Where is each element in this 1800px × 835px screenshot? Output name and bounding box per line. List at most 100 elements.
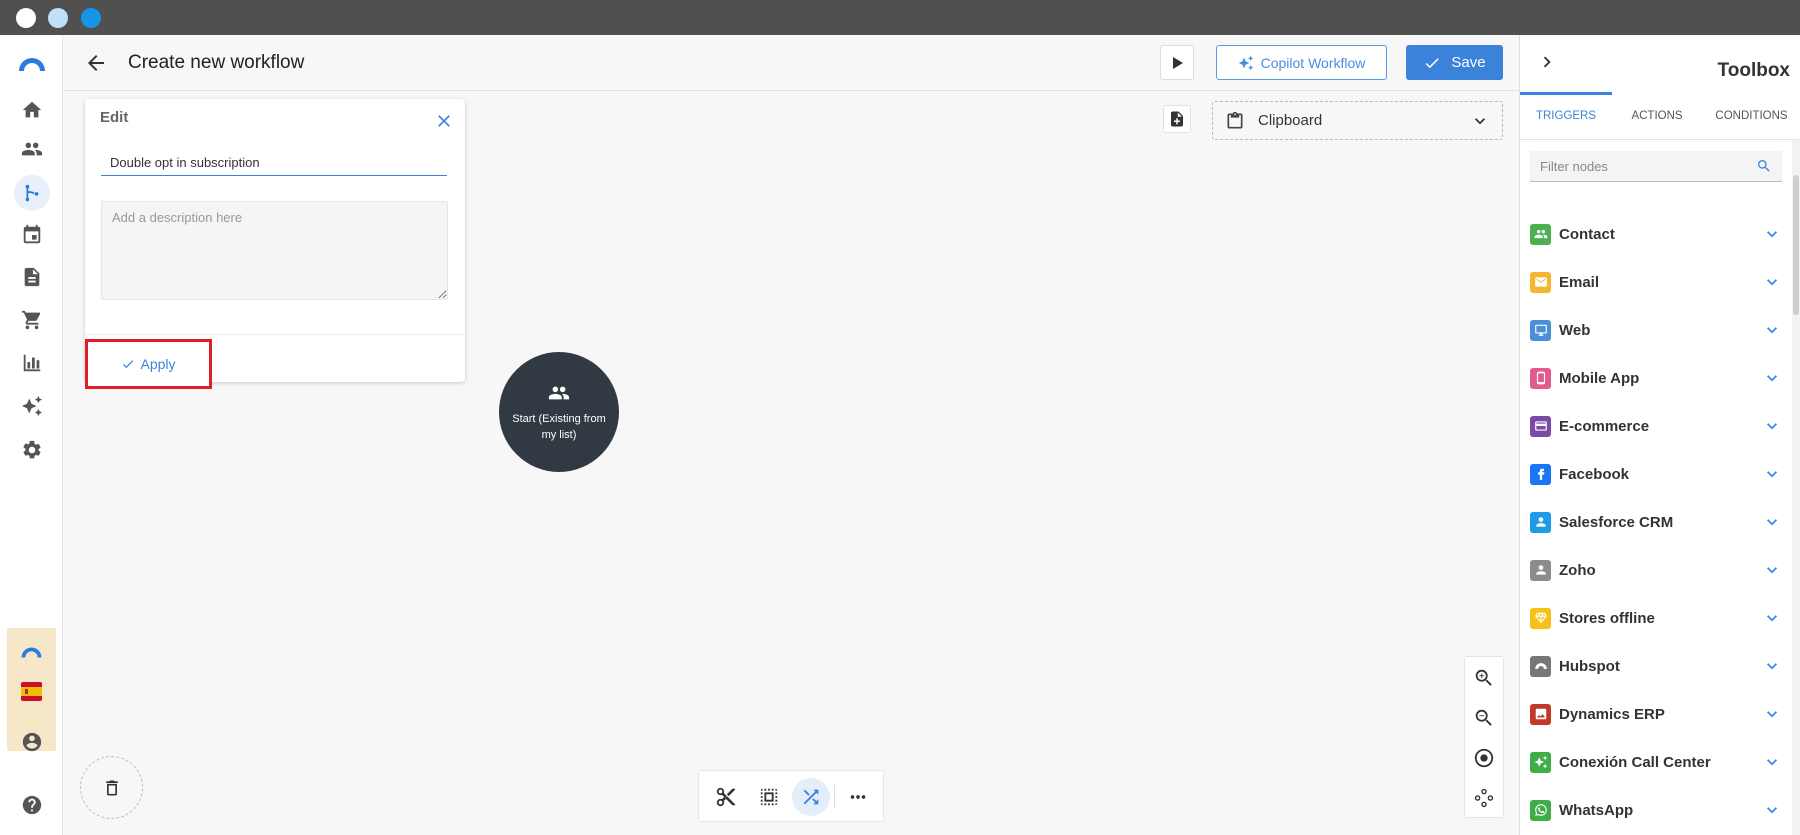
toolbox-item-dynamics-erp[interactable]: Dynamics ERP	[1530, 694, 1782, 734]
chevron-down-icon[interactable]	[1762, 656, 1782, 676]
nav-documents[interactable]	[14, 259, 50, 295]
monitor-icon	[1530, 319, 1551, 341]
nav-ecommerce[interactable]	[14, 302, 50, 338]
nav-settings[interactable]	[14, 432, 50, 468]
toolbox-item-label: Email	[1559, 273, 1600, 291]
chevron-down-icon[interactable]	[1762, 368, 1782, 388]
chevron-down-icon[interactable]	[1762, 320, 1782, 340]
center-view-button[interactable]	[1465, 738, 1503, 778]
brand-logo-icon	[21, 647, 42, 658]
note-add-icon	[1171, 111, 1183, 127]
chevron-down-icon[interactable]	[1762, 752, 1782, 772]
toolbox-item-facebook[interactable]: Facebook	[1530, 454, 1782, 494]
chevron-down-icon[interactable]	[1762, 224, 1782, 244]
add-note-button[interactable]	[1163, 105, 1191, 133]
clipboard-dropdown[interactable]: Clipboard	[1212, 101, 1503, 140]
chevron-down-icon[interactable]	[1762, 416, 1782, 436]
delete-drop-zone[interactable]	[80, 756, 143, 819]
app-logo-icon[interactable]	[17, 54, 47, 71]
toolbox-item-label: Dynamics ERP	[1559, 705, 1665, 723]
left-nav-rail	[0, 35, 63, 835]
start-node[interactable]: Start (Existing from my list)	[499, 352, 619, 472]
workflow-canvas[interactable]: Clipboard Edit Apply Start (Existing fro…	[64, 92, 1519, 835]
select-area-button[interactable]	[750, 778, 788, 816]
edit-panel-divider	[85, 334, 465, 335]
nav-calendar[interactable]	[14, 217, 50, 253]
toolbox-item-contact[interactable]: Contact	[1530, 214, 1782, 254]
cut-button[interactable]	[707, 778, 745, 816]
select-all-icon	[760, 788, 778, 806]
toolbox-item-e-commerce[interactable]: E-commerce	[1530, 406, 1782, 446]
tab-conditions[interactable]: CONDITIONS	[1702, 92, 1800, 140]
window-close-dot[interactable]	[16, 8, 36, 28]
close-edit-panel-button[interactable]	[434, 111, 454, 131]
toolbar-separator	[834, 785, 835, 809]
edit-workflow-panel: Edit Apply	[85, 99, 465, 389]
toolbox-item-conexi-n-call-center[interactable]: Conexión Call Center	[1530, 742, 1782, 782]
zoom-out-button[interactable]	[1465, 698, 1503, 738]
nav-reports[interactable]	[14, 345, 50, 381]
toolbox-item-mobile-app[interactable]: Mobile App	[1530, 358, 1782, 398]
window-titlebar	[0, 0, 1800, 35]
toolbox-item-label: WhatsApp	[1559, 801, 1634, 819]
auto-layout-button[interactable]	[1465, 778, 1503, 818]
toolbox-item-web[interactable]: Web	[1530, 310, 1782, 350]
save-label: Save	[1451, 54, 1486, 71]
toolbox-item-email[interactable]: Email	[1530, 262, 1782, 302]
image-icon	[1530, 703, 1551, 725]
nav-profile[interactable]	[14, 724, 50, 760]
shuffle-icon	[803, 789, 819, 805]
nav-workflows[interactable]	[14, 175, 50, 211]
more-options-button[interactable]	[839, 778, 877, 816]
toolbox-scrollbar-thumb[interactable]	[1793, 175, 1799, 315]
chevron-down-icon[interactable]	[1762, 272, 1782, 292]
filter-nodes-input[interactable]	[1540, 158, 1756, 174]
nav-home[interactable]	[14, 92, 50, 128]
sparkle-icon	[1238, 55, 1253, 70]
sparkle-icon	[1530, 751, 1551, 773]
play-icon	[1173, 56, 1183, 69]
chevron-down-icon[interactable]	[1762, 704, 1782, 724]
toolbox-scrollbar[interactable]	[1792, 140, 1800, 835]
people-icon	[1530, 223, 1551, 245]
chevron-right-icon	[1543, 56, 1551, 68]
back-button[interactable]	[84, 51, 108, 75]
toolbox-item-hubspot[interactable]: Hubspot	[1530, 646, 1782, 686]
nav-help[interactable]	[14, 787, 50, 823]
search-icon[interactable]	[1756, 158, 1772, 174]
toolbox-item-label: Hubspot	[1559, 657, 1620, 675]
save-button[interactable]: Save	[1406, 45, 1503, 80]
copilot-workflow-button[interactable]: Copilot Workflow	[1216, 45, 1387, 80]
toolbox-item-zoho[interactable]: Zoho	[1530, 550, 1782, 590]
workflow-description-textarea[interactable]	[101, 201, 448, 300]
toolbox-item-whatsapp[interactable]: WhatsApp	[1530, 790, 1782, 830]
page-title: Create new workflow	[128, 52, 305, 73]
run-workflow-button[interactable]	[1160, 45, 1194, 80]
chevron-down-icon[interactable]	[1762, 512, 1782, 532]
window-maximize-dot[interactable]	[81, 8, 101, 28]
toolbox-item-stores-offline[interactable]: Stores offline	[1530, 598, 1782, 638]
toolbox-item-label: Zoho	[1559, 561, 1596, 579]
collapse-toolbox-button[interactable]	[1536, 51, 1558, 73]
toolbox-item-salesforce-crm[interactable]: Salesforce CRM	[1530, 502, 1782, 542]
workflow-name-input[interactable]	[101, 149, 447, 176]
chevron-down-icon[interactable]	[1762, 560, 1782, 580]
chevron-down-icon[interactable]	[1762, 608, 1782, 628]
toolbox-item-label: Conexión Call Center	[1559, 753, 1711, 771]
arrow-left-icon	[88, 55, 104, 71]
window-minimize-dot[interactable]	[48, 8, 68, 28]
zoom-in-button[interactable]	[1465, 658, 1503, 698]
toolbox-item-label: Stores offline	[1559, 609, 1655, 627]
shuffle-connections-button[interactable]	[792, 778, 830, 816]
nav-ai[interactable]	[14, 388, 50, 424]
chevron-down-icon[interactable]	[1762, 800, 1782, 820]
clipboard-icon	[1227, 111, 1243, 128]
apply-button[interactable]: Apply	[85, 339, 212, 389]
tab-triggers[interactable]: TRIGGERS	[1520, 92, 1612, 140]
person-icon	[1530, 559, 1551, 581]
edit-panel-title: Edit	[100, 109, 129, 126]
chevron-down-icon[interactable]	[1762, 464, 1782, 484]
workflow-header: Create new workflow Copilot Workflow Sav…	[64, 35, 1519, 91]
nav-contacts[interactable]	[14, 131, 50, 167]
tab-actions[interactable]: ACTIONS	[1612, 92, 1702, 140]
